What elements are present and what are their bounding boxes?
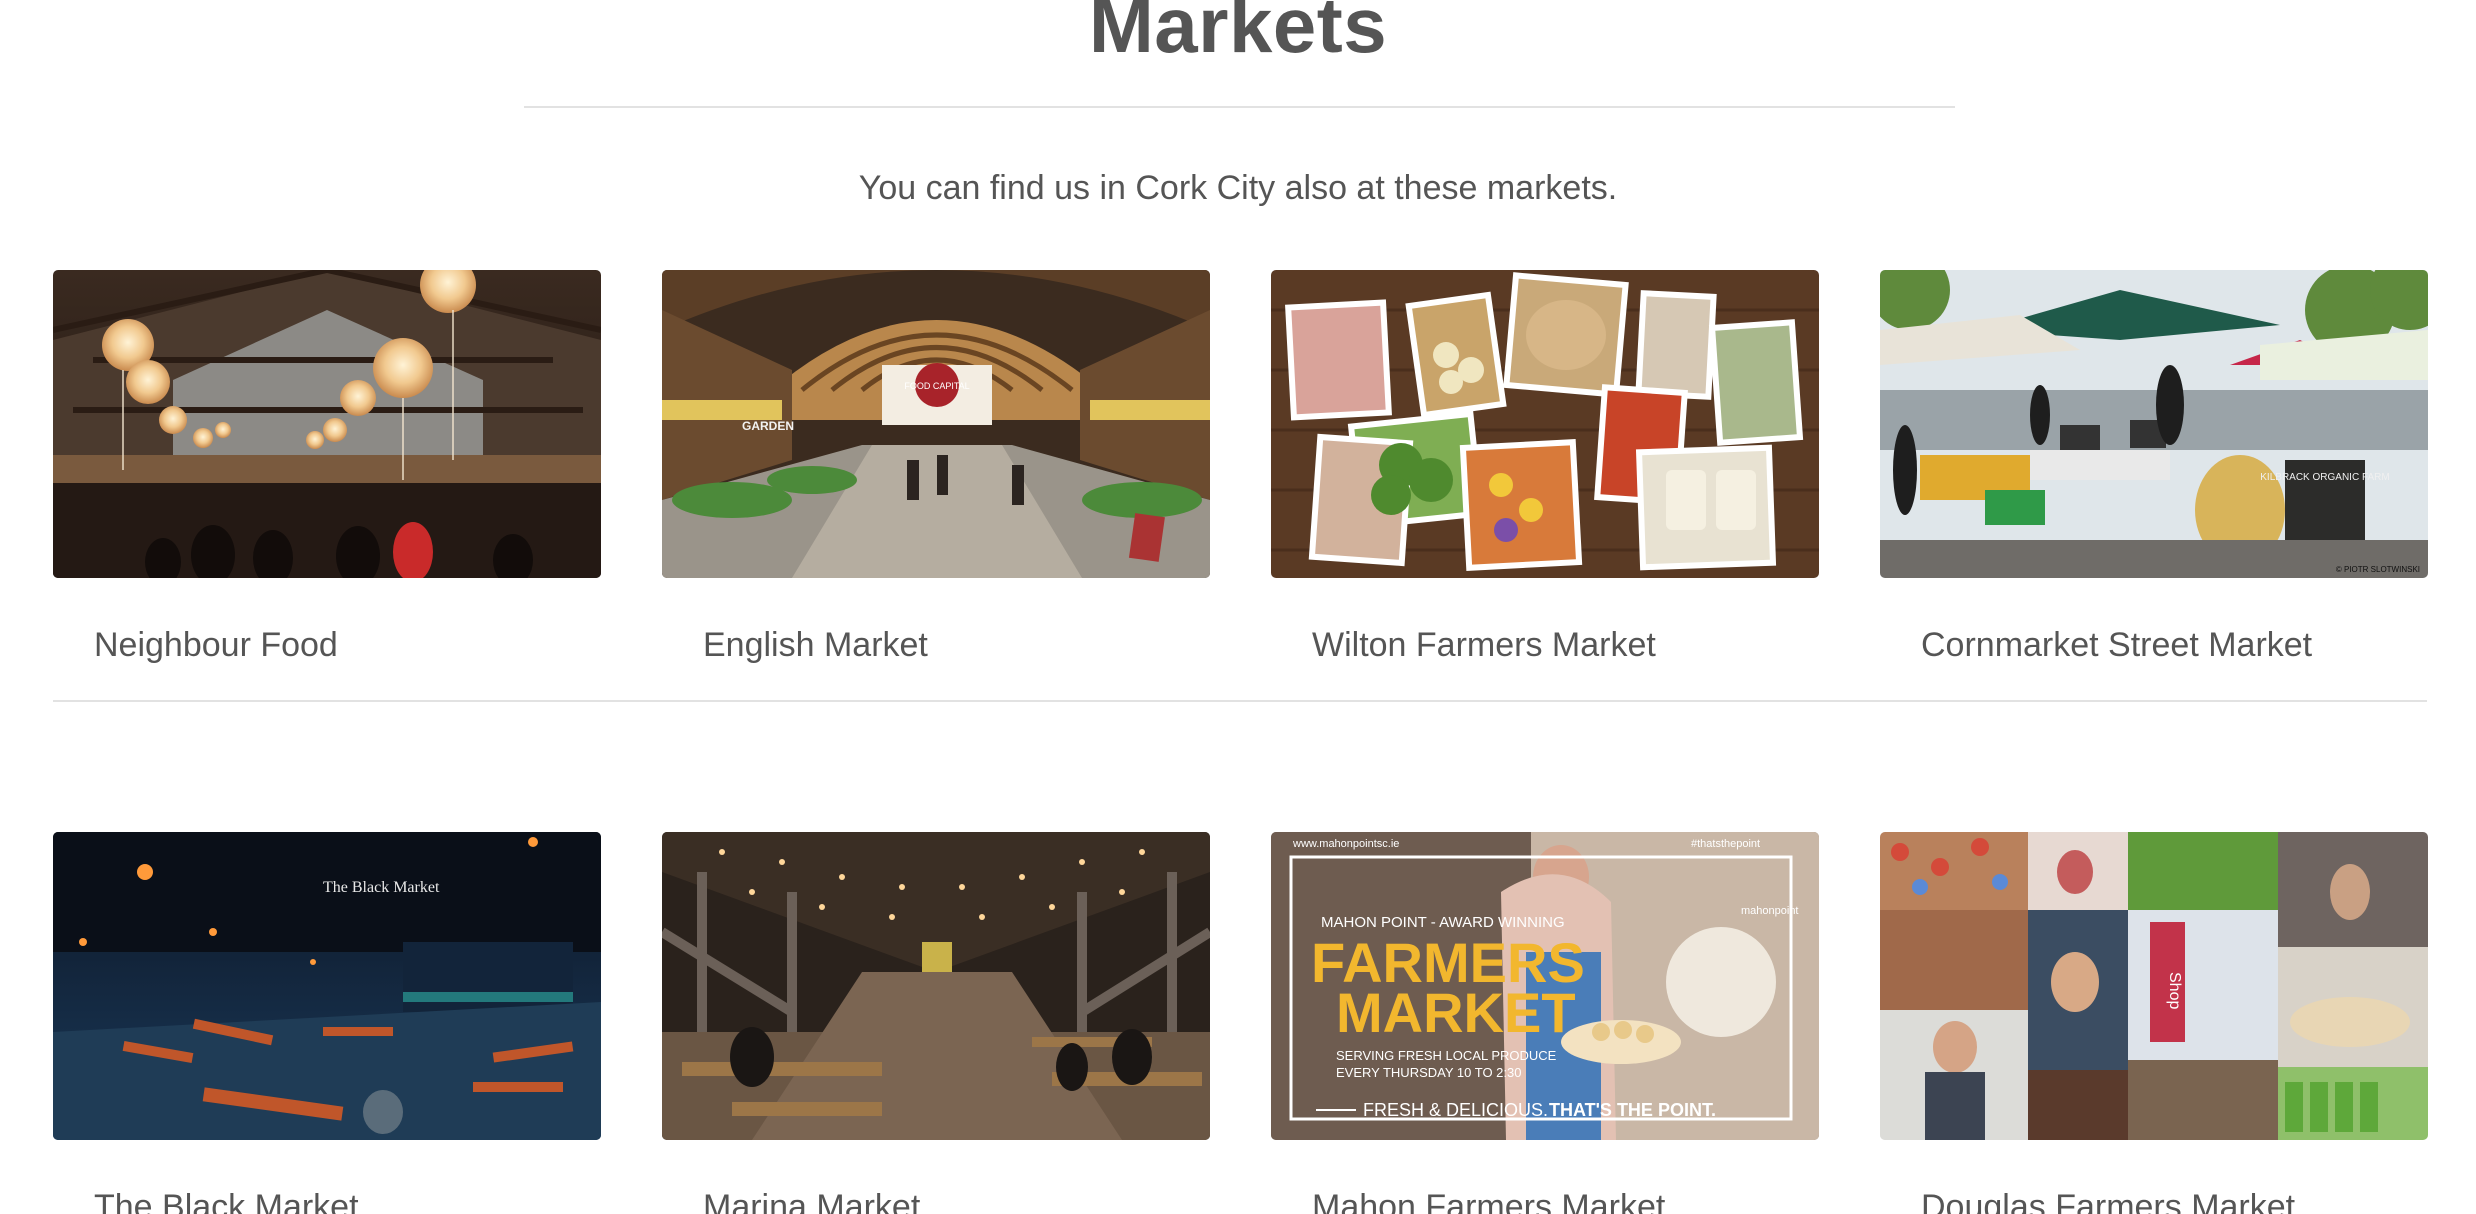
wilton-farmers-market-image[interactable] [1271, 270, 1819, 578]
mahon-handle-text: #thatsthepoint [1691, 838, 1760, 850]
english-market-sign-text: FOOD CAPITAL [904, 381, 969, 391]
market-name[interactable]: Cornmarket Street Market [1880, 623, 2428, 667]
cornmarket-credit-text: © PIOTR SLOTWINSKI [2336, 565, 2420, 574]
market-name[interactable]: Douglas Farmers Market [1880, 1185, 2428, 1214]
market-card-marina-market[interactable]: Marina Market [662, 832, 1210, 1214]
market-name[interactable]: The Black Market [53, 1185, 601, 1214]
marina-market-image[interactable] [662, 832, 1210, 1140]
mahon-headline-2-text: MARKET [1336, 981, 1576, 1044]
english-market-image[interactable]: FOOD CAPITAL GARDEN [662, 270, 1210, 578]
market-card-english-market[interactable]: FOOD CAPITAL GARDEN English Market [662, 270, 1210, 667]
market-name[interactable]: English Market [662, 623, 1210, 667]
market-name[interactable]: Mahon Farmers Market [1271, 1185, 1819, 1214]
title-divider [524, 106, 1955, 108]
mahon-sub-1-text: SERVING FRESH LOCAL PRODUCE [1336, 1048, 1557, 1063]
mahon-url-text: www.mahonpointsc.ie [1292, 838, 1399, 850]
markets-row-2: The Black Market The Black Market Marina… [53, 832, 2428, 1214]
black-market-sign-text: The Black Market [323, 879, 440, 896]
intro-text: You can find us in Cork City also at the… [858, 169, 1618, 207]
english-market-stall-text: GARDEN [742, 419, 794, 433]
mahon-footer-1-text: FRESH & DELICIOUS. [1363, 1100, 1548, 1120]
mahon-footer-2-text: THAT'S THE POINT. [1549, 1100, 1716, 1120]
douglas-sign-text: Shop [2166, 972, 2183, 1009]
market-card-wilton-farmers-market[interactable]: Wilton Farmers Market [1271, 270, 1819, 667]
market-card-neighbour-food[interactable]: Neighbour Food [53, 270, 601, 667]
cornmarket-street-market-image[interactable]: KILBRACK ORGANIC FARM © PIOTR SLOTWINSKI [1880, 270, 2428, 578]
markets-row-1: Neighbour Food FOOD CAPITAL GARDEN Engli… [53, 270, 2428, 664]
row-divider [53, 700, 2427, 702]
market-card-cornmarket-street-market[interactable]: KILBRACK ORGANIC FARM © PIOTR SLOTWINSKI… [1880, 270, 2428, 667]
the-black-market-image[interactable]: The Black Market [53, 832, 601, 1140]
cornmarket-board-text: KILBRACK ORGANIC FARM [2260, 472, 2389, 483]
market-name[interactable]: Marina Market [662, 1185, 1210, 1214]
market-name[interactable]: Wilton Farmers Market [1271, 623, 1819, 667]
neighbour-food-image[interactable] [53, 270, 601, 578]
douglas-farmers-market-image[interactable]: Shop [1880, 832, 2428, 1140]
market-card-douglas-farmers-market[interactable]: Shop Douglas Farmers Market [1880, 832, 2428, 1214]
market-card-mahon-farmers-market[interactable]: www.mahonpointsc.ie #thatsthepoint mahon… [1271, 832, 1819, 1214]
mahon-sub-2-text: EVERY THURSDAY 10 TO 2:30 [1336, 1065, 1521, 1080]
markets-page: Markets You can find us in Cork City als… [0, 0, 2476, 1214]
page-title: Markets [1088, 0, 1388, 69]
mahon-farmers-market-image[interactable]: www.mahonpointsc.ie #thatsthepoint mahon… [1271, 832, 1819, 1140]
mahon-tagline-text: MAHON POINT - AWARD WINNING [1321, 914, 1565, 931]
market-card-the-black-market[interactable]: The Black Market The Black Market [53, 832, 601, 1214]
mahon-badge-text: mahonpoint [1741, 905, 1799, 917]
market-name[interactable]: Neighbour Food [53, 623, 601, 667]
